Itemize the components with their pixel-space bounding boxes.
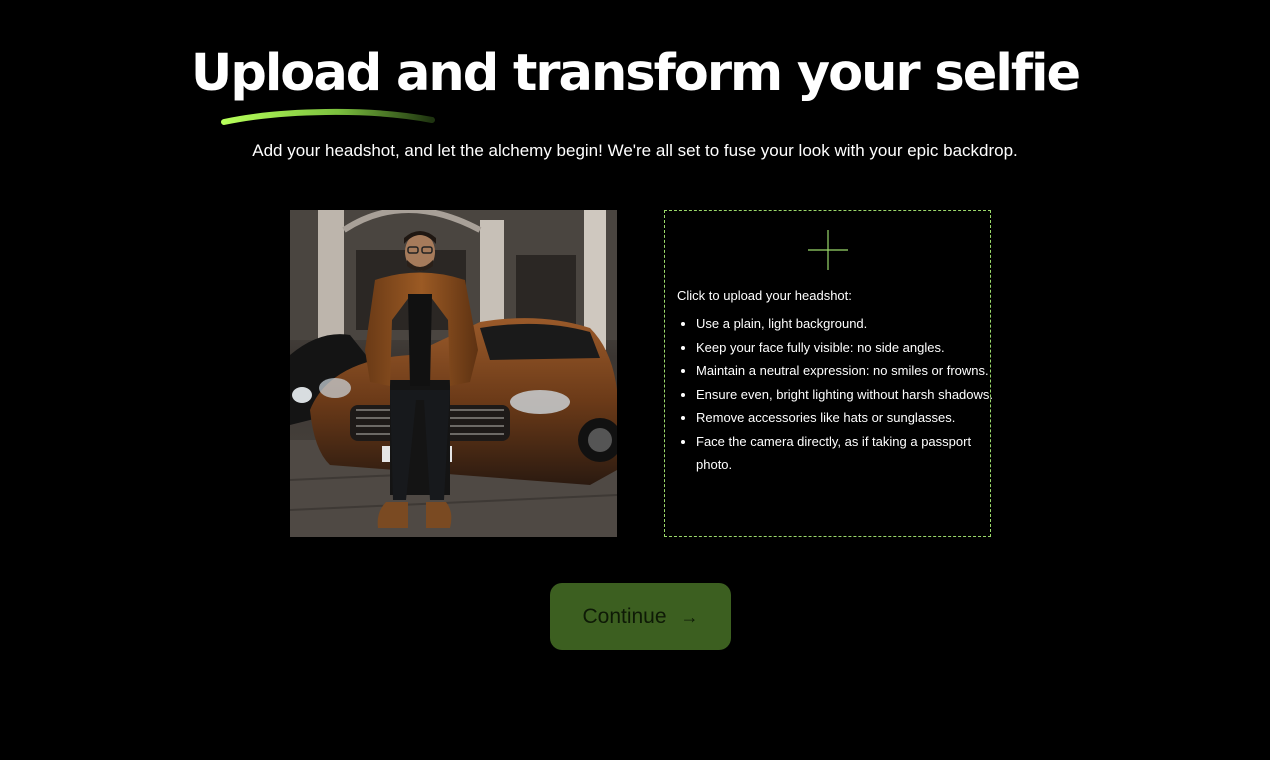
sample-result-image xyxy=(290,210,617,537)
tip-item: Keep your face fully visible: no side an… xyxy=(696,336,996,360)
tip-item: Ensure even, bright lighting without har… xyxy=(696,383,996,407)
tip-item: Use a plain, light background. xyxy=(696,312,996,336)
plus-icon xyxy=(808,230,848,270)
tip-item: Remove accessories like hats or sunglass… xyxy=(696,406,996,430)
continue-button-label: Continue xyxy=(582,604,667,628)
continue-button[interactable]: Continue → xyxy=(550,583,731,650)
upload-tips-list: Use a plain, light background. Keep your… xyxy=(677,312,996,477)
page-title: Upload and transform your selfie xyxy=(190,44,1081,103)
upload-instructions-title: Click to upload your headshot: xyxy=(677,288,852,303)
arrow-right-icon: → xyxy=(680,606,699,627)
page-subtitle: Add your headshot, and let the alchemy b… xyxy=(252,141,1018,160)
upload-page: Upload and transform your selfie Add you… xyxy=(0,0,1270,760)
upload-dropzone[interactable]: Click to upload your headshot: Use a pla… xyxy=(664,210,993,537)
tip-item: Face the camera directly, as if taking a… xyxy=(696,430,996,477)
title-underline-swoosh xyxy=(221,108,435,125)
tip-item: Maintain a neutral expression: no smiles… xyxy=(696,359,996,383)
